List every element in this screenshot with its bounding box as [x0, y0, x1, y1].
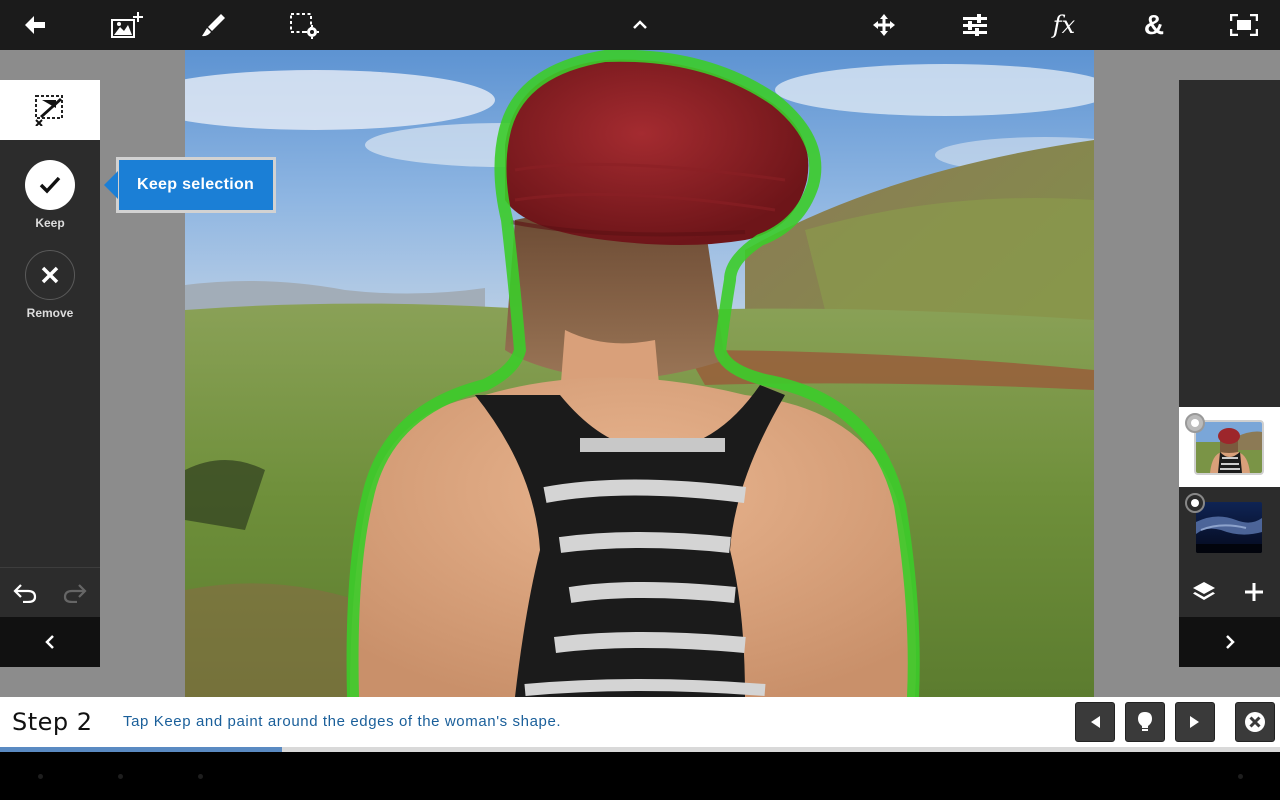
- step-title: Step 2: [12, 708, 93, 736]
- check-icon: [39, 176, 61, 194]
- close-tutorial-button[interactable]: [1235, 702, 1275, 742]
- redo-icon: [63, 584, 87, 603]
- previous-step-button[interactable]: [1075, 702, 1115, 742]
- undo-button[interactable]: [0, 570, 50, 614]
- keep-button[interactable]: [25, 160, 75, 210]
- adjustments-button[interactable]: [945, 0, 1005, 50]
- layer-thumbnail: [1194, 420, 1264, 475]
- layers-button[interactable]: [1179, 570, 1229, 614]
- system-recents-icon[interactable]: [198, 774, 203, 779]
- close-icon: [41, 266, 59, 284]
- layer-tools: [1179, 570, 1280, 614]
- next-step-button[interactable]: [1175, 702, 1215, 742]
- refine-selection-header[interactable]: [0, 80, 100, 140]
- system-menu-icon[interactable]: [1238, 774, 1243, 779]
- previous-icon: [1091, 716, 1100, 728]
- remove-label: Remove: [26, 306, 74, 320]
- expand-right-panel-button[interactable]: [1179, 617, 1280, 667]
- selection-settings-icon: [290, 13, 319, 39]
- close-tutorial-icon: [1245, 712, 1265, 732]
- back-button[interactable]: [5, 0, 65, 50]
- hint-button[interactable]: [1125, 702, 1165, 742]
- tooltip-arrow: [104, 171, 118, 199]
- layer-visibility-radio[interactable]: [1185, 493, 1205, 513]
- system-back-icon[interactable]: [38, 774, 43, 779]
- step-instruction: Tap Keep and paint around the edges of t…: [123, 713, 562, 730]
- chevron-up-icon: [633, 20, 647, 29]
- adjustments-icon: [963, 14, 987, 36]
- brush-button[interactable]: [184, 0, 244, 50]
- effects-button[interactable]: fx: [1034, 0, 1094, 50]
- remove-button[interactable]: [25, 250, 75, 300]
- add-image-button[interactable]: [97, 0, 157, 50]
- plus-icon: [1245, 583, 1263, 601]
- history-controls: [0, 570, 100, 614]
- layer-night-sky[interactable]: [1179, 487, 1280, 567]
- effects-icon: fx: [1052, 11, 1076, 39]
- fit-screen-button[interactable]: [1214, 0, 1274, 50]
- layers-panel: [1179, 80, 1280, 667]
- move-icon: [873, 14, 895, 36]
- keep-selection-tooltip: Keep selection: [104, 157, 276, 213]
- expand-toolbar-button[interactable]: [610, 0, 670, 50]
- add-layer-button[interactable]: [1229, 570, 1279, 614]
- system-navigation-bar: [0, 752, 1280, 800]
- next-icon: [1190, 716, 1199, 728]
- photo-woman-hillside: [185, 50, 1094, 697]
- back-arrow-icon: [25, 16, 45, 34]
- selection-tools-button[interactable]: [274, 0, 334, 50]
- keep-label: Keep: [35, 216, 65, 230]
- image-canvas[interactable]: [185, 50, 1094, 697]
- move-tool-button[interactable]: [854, 0, 914, 50]
- photoshop-touch-app: fx & Keep Remove Keep selection Step 2 T…: [0, 0, 1280, 800]
- brush-icon: [202, 14, 225, 37]
- tooltip-text: Keep selection: [119, 160, 273, 210]
- redo-button[interactable]: [50, 570, 100, 614]
- chevron-right-icon: [1225, 635, 1235, 649]
- layer-woman[interactable]: [1179, 407, 1280, 487]
- collapse-left-panel-button[interactable]: [0, 617, 100, 667]
- blend-icon: &: [1143, 9, 1165, 40]
- top-toolbar: fx &: [0, 0, 1280, 50]
- system-home-icon[interactable]: [118, 774, 123, 779]
- undo-icon: [13, 584, 37, 603]
- chevron-left-icon: [45, 635, 54, 649]
- left-tool-panel: Keep Remove: [0, 80, 100, 667]
- layer-visibility-radio[interactable]: [1185, 413, 1205, 433]
- refine-selection-icon: [35, 95, 63, 126]
- layer-thumbnail: [1194, 500, 1264, 555]
- hint-icon: [1138, 712, 1152, 731]
- layers-icon: [1193, 582, 1215, 600]
- blend-button[interactable]: &: [1124, 0, 1184, 50]
- fit-screen-icon: [1230, 14, 1258, 36]
- tutorial-step-bar: Step 2 Tap Keep and paint around the edg…: [0, 697, 1280, 747]
- add-image-icon: [111, 12, 143, 38]
- panel-divider: [0, 567, 100, 568]
